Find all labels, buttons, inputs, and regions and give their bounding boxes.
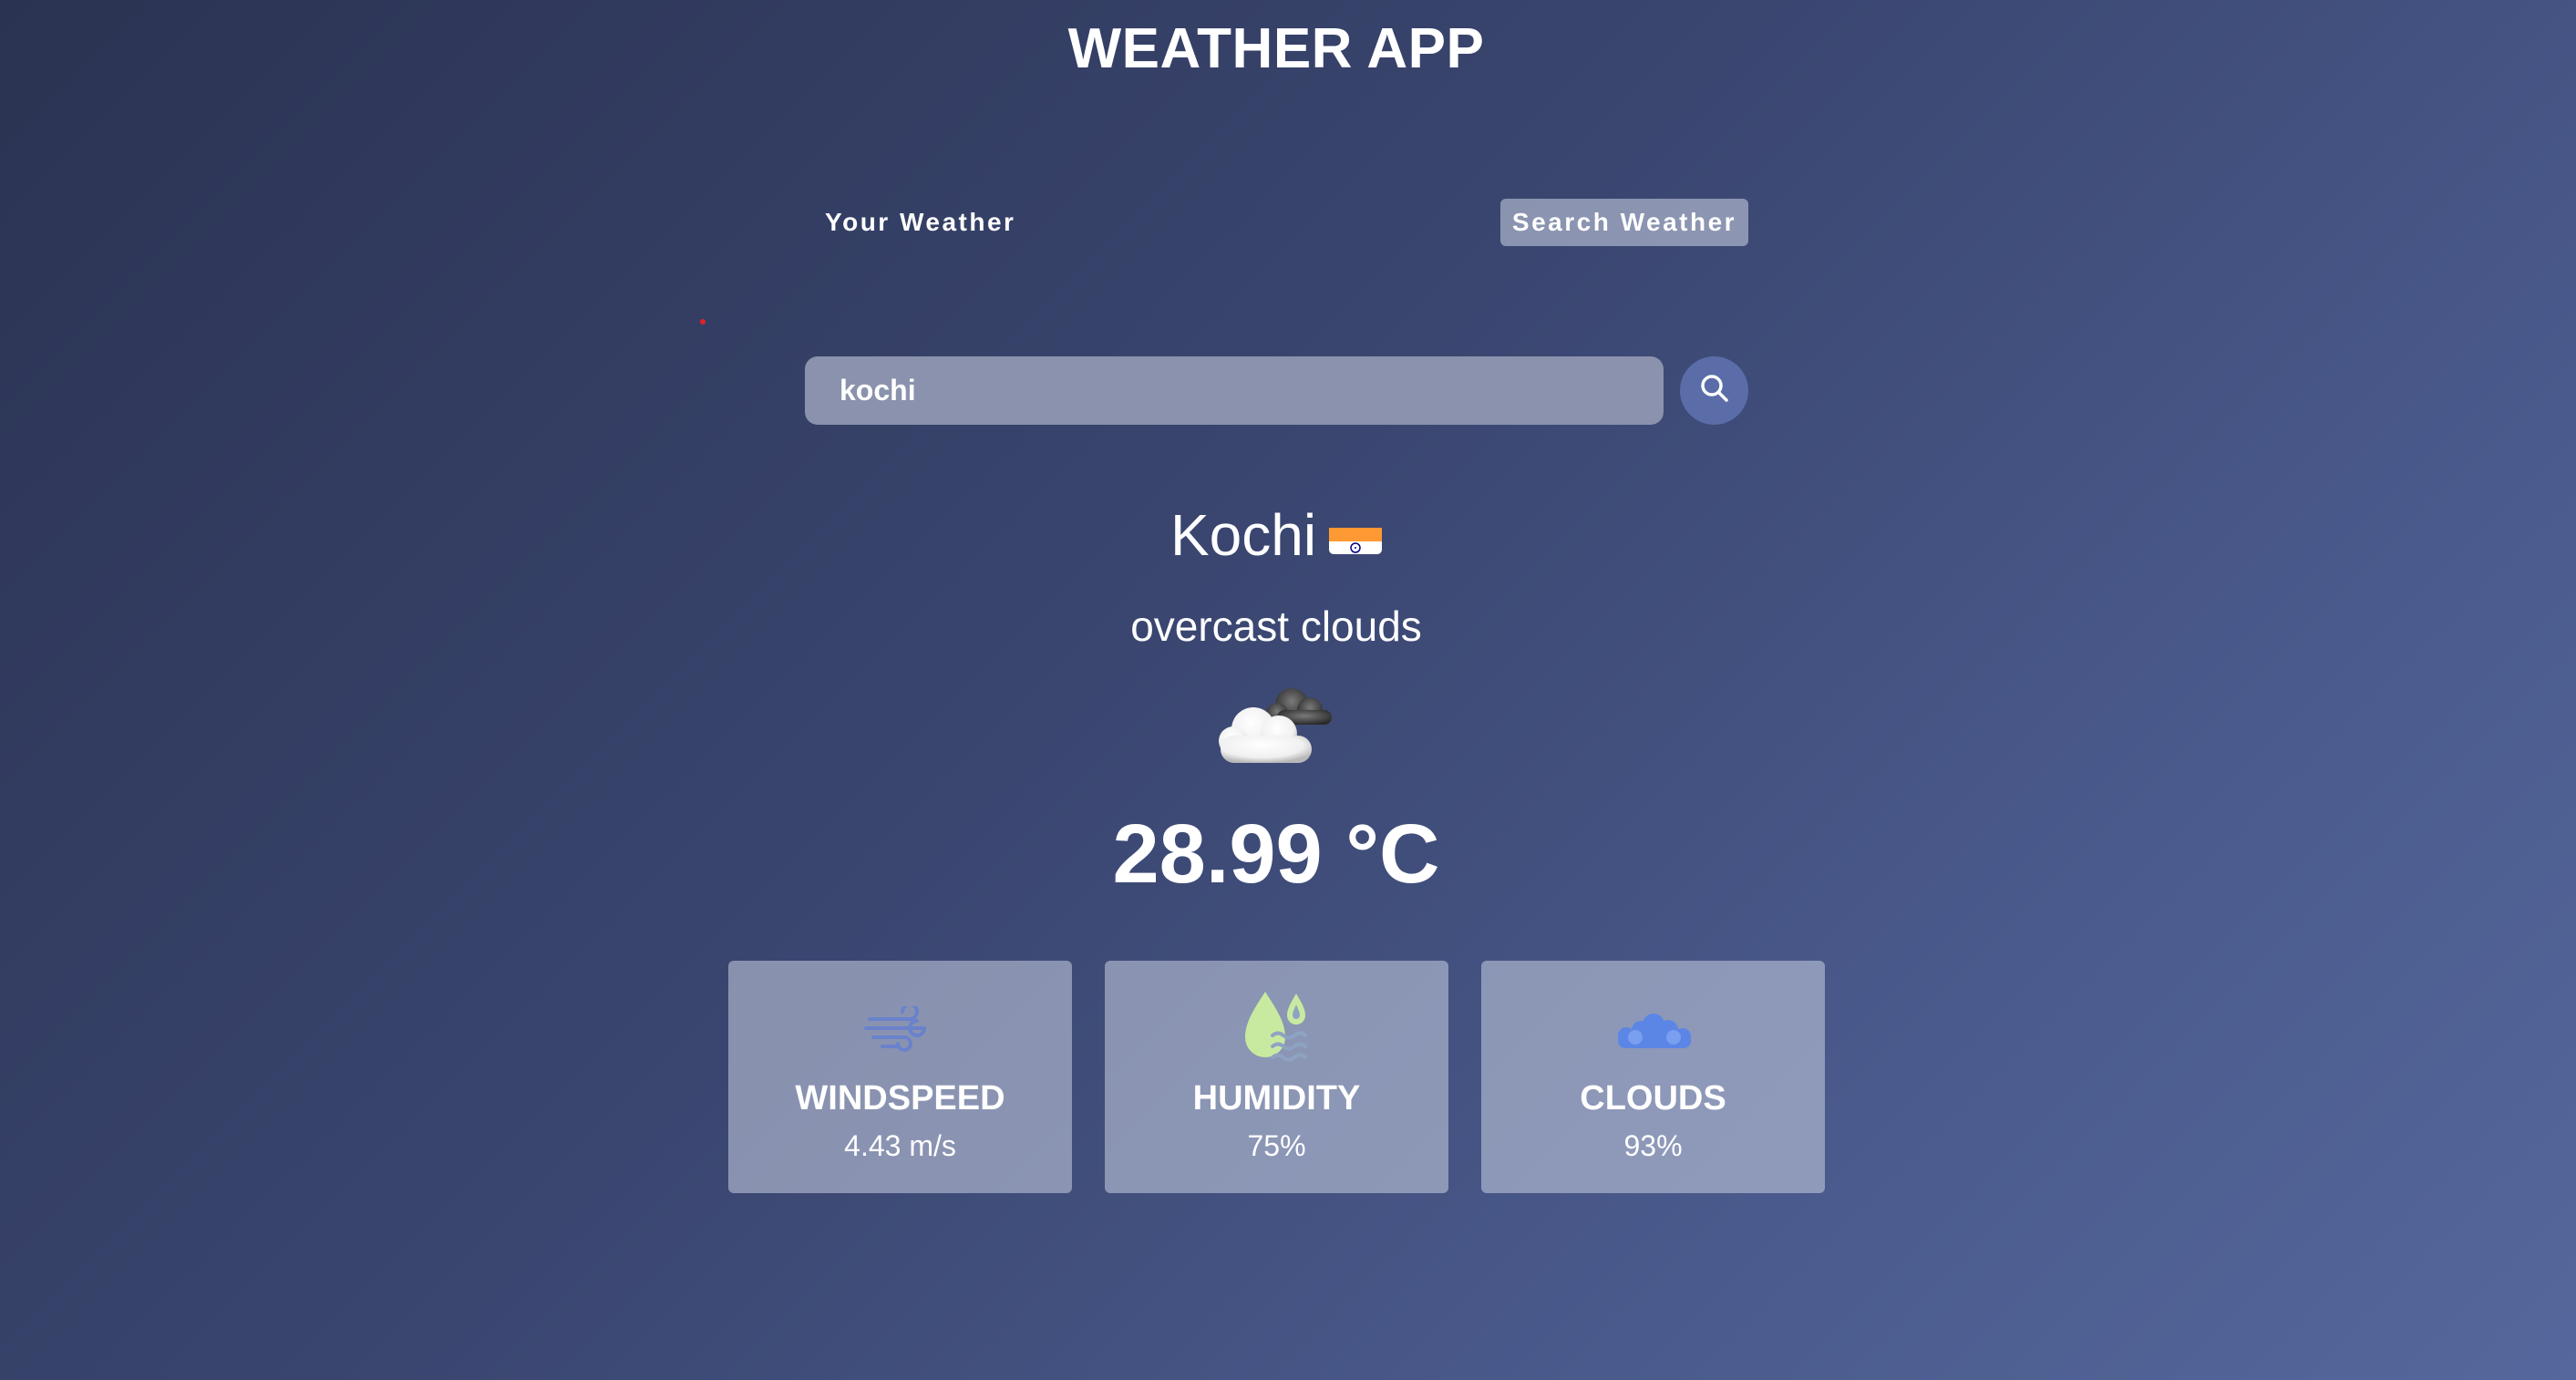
clouds-label: CLOUDS [1580,1079,1726,1117]
weather-stats: WINDSPEED 4.43 m/s HUMIDITY 75% CLOUDS 9… [728,961,1825,1193]
humidity-value: 75% [1247,1129,1306,1162]
search-input[interactable] [805,356,1664,425]
search-button[interactable] [1680,356,1748,425]
temperature: 28.99 °C [1112,808,1440,901]
clouds-value: 93% [1623,1129,1683,1162]
cursor-dot [700,319,706,324]
search-icon [1698,372,1731,409]
windspeed-label: WINDSPEED [795,1079,1005,1117]
windspeed-value: 4.43 m/s [844,1129,956,1162]
humidity-label: HUMIDITY [1192,1079,1361,1117]
humidity-icon [1105,988,1448,1070]
tab-bar: Your Weather Search Weather [805,199,1748,246]
overcast-clouds-icon [1208,679,1345,770]
humidity-card: HUMIDITY 75% [1105,961,1448,1193]
app-title: WEATHER APP [1067,17,1485,80]
clouds-card: CLOUDS 93% [1481,961,1825,1193]
city-name: Kochi [1170,502,1317,568]
windspeed-card: WINDSPEED 4.43 m/s [728,961,1072,1193]
weather-description: overcast clouds [1130,602,1422,650]
tab-your-weather[interactable]: Your Weather [816,199,1025,246]
tab-search-weather[interactable]: Search Weather [1500,199,1748,246]
wind-icon [728,988,1072,1070]
clouds-icon [1481,988,1825,1070]
city-heading: Kochi [0,501,2552,569]
india-flag-icon [1329,514,1383,555]
search-form [805,356,1748,425]
